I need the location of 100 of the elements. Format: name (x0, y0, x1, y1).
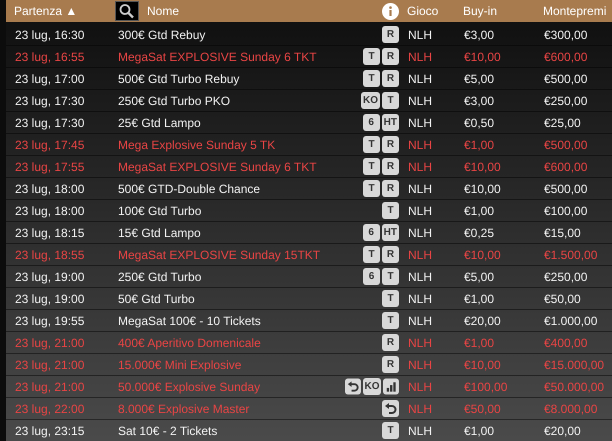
tournament-row[interactable]: 23 lug, 18:15 15€ Gtd Lampo 6 HT NLH €0,25 €15,00 (6, 222, 612, 244)
tournament-row[interactable]: 23 lug, 17:45 Mega Explosive Sunday 5 TK T R NLH €1,00 €500,00 (6, 134, 612, 156)
prize-pool: €8.000,00 (543, 402, 598, 416)
tournament-tag: R (382, 246, 399, 263)
tournament-tag: T (363, 48, 380, 65)
tournament-row[interactable]: 23 lug, 18:00 100€ Gtd Turbo T NLH €1,00 €100,00 (6, 200, 612, 222)
game-type: NLH (407, 402, 434, 416)
prize-pool: €500,00 (543, 72, 588, 86)
prize-pool: €600,00 (543, 50, 588, 64)
tournament-row[interactable]: 23 lug, 17:30 25€ Gtd Lampo 6 HT NLH €0,50 €25,00 (6, 112, 612, 134)
tournament-row[interactable]: 23 lug, 21:00 50.000€ Explosive Sunday KO NLH €100,00 €50.000,00 (6, 376, 612, 398)
tournament-row[interactable]: 23 lug, 18:00 500€ GTD-Double Chance T R NLH €10,00 €500,00 (6, 178, 612, 200)
column-header[interactable]: Partenza ▲ (6, 4, 115, 18)
start-time: 23 lug, 19:00 (14, 270, 86, 284)
game-type: NLH (407, 314, 434, 328)
tournament-tag: R (382, 26, 399, 43)
game-type: NLH (407, 28, 434, 42)
game-type: NLH (407, 248, 434, 262)
prize-pool: €400,00 (543, 336, 588, 350)
tournament-row[interactable]: 23 lug, 21:00 400€ Aperitivo Domenicale R NLH €1,00 €400,00 (6, 332, 612, 354)
prize-pool: €20,00 (543, 424, 582, 438)
tournament-row[interactable]: 23 lug, 18:55 MegaSat EXPLOSIVE Sunday 15TKT T R NLH €10,00 €1.500,00 (6, 244, 612, 266)
tournament-name: 400€ Aperitivo Domenicale (117, 336, 262, 350)
tournament-tag: 6 (362, 224, 380, 241)
buy-in: €1,00 (463, 424, 496, 438)
game-type: NLH (407, 226, 434, 240)
tournament-name: 25€ Gtd Lampo (117, 116, 202, 130)
buy-in: €20,00 (463, 314, 502, 328)
tournament-name: 50€ Gtd Turbo (117, 292, 196, 306)
start-time: 23 lug, 17:45 (14, 138, 86, 152)
start-time: 23 lug, 17:55 (14, 160, 86, 174)
start-time: 23 lug, 18:55 (14, 248, 86, 262)
column-header[interactable]: Gioco (399, 4, 455, 18)
prize-pool: €15,00 (543, 226, 582, 240)
tournament-name: Sat 10€ - 2 Tickets (117, 424, 218, 438)
buy-in: €1,00 (463, 292, 496, 306)
start-time: 23 lug, 21:00 (14, 380, 86, 394)
game-type: NLH (407, 424, 434, 438)
tournament-tag: 6 (362, 114, 380, 131)
buy-in: €5,00 (463, 270, 496, 284)
tournament-tag: T (382, 268, 399, 285)
buy-in: €3,00 (463, 94, 496, 108)
game-type: NLH (407, 50, 434, 64)
column-header[interactable]: Nome (147, 4, 180, 18)
tournament-tag: T (382, 422, 399, 439)
buy-in: €1,00 (463, 204, 496, 218)
tournament-tag: T (382, 92, 399, 109)
tournament-row[interactable]: 23 lug, 19:00 50€ Gtd Turbo T NLH €1,00 €50,00 (6, 288, 612, 310)
tournament-row[interactable]: 23 lug, 19:55 MegaSat 100€ - 10 Tickets T NLH €20,00 €1.000,00 (6, 310, 612, 332)
tournament-tag: T (363, 246, 380, 263)
tournament-name: 250€ Gtd Turbo (117, 270, 202, 284)
game-type: NLH (407, 116, 434, 130)
tournament-name: 250€ Gtd Turbo PKO (117, 94, 232, 108)
tournament-row[interactable]: 23 lug, 17:30 250€ Gtd Turbo PKO KO T NLH €3,00 €250,00 (6, 90, 612, 112)
tournament-name: 15.000€ Mini Explosive (117, 358, 242, 372)
prize-pool: €25,00 (543, 116, 582, 130)
start-time: 23 lug, 18:00 (14, 204, 86, 218)
buy-in: €1,00 (463, 336, 496, 350)
tournament-name: 500€ GTD-Double Chance (117, 182, 262, 196)
tournament-row[interactable]: 23 lug, 17:55 MegaSat EXPLOSIVE Sunday 6 TKT T R NLH €10,00 €600,00 (6, 156, 612, 178)
tournament-tag: HT (382, 114, 399, 131)
buy-in: €0,25 (463, 226, 496, 240)
start-time: 23 lug, 22:00 (14, 402, 86, 416)
game-type: NLH (407, 336, 434, 350)
tournament-row[interactable]: 23 lug, 23:15 Sat 10€ - 2 Tickets T NLH €1,00 €20,00 (6, 420, 612, 441)
game-type: NLH (407, 358, 434, 372)
buy-in: €3,00 (463, 28, 496, 42)
tournament-tag: R (382, 334, 399, 351)
game-type: NLH (407, 94, 434, 108)
buy-in: €10,00 (463, 182, 502, 196)
tournament-row[interactable]: 23 lug, 19:00 250€ Gtd Turbo 6 T NLH €5,00 €250,00 (6, 266, 612, 288)
tournament-tag: R (382, 70, 399, 87)
buy-in: €50,00 (463, 402, 502, 416)
tournament-row[interactable]: 23 lug, 16:30 300€ Gtd Rebuy R NLH €3,00 €300,00 (6, 24, 612, 46)
buy-in: €10,00 (463, 160, 502, 174)
prize-pool: €50,00 (543, 292, 582, 306)
search-button[interactable] (115, 1, 139, 21)
prize-pool: €250,00 (543, 270, 588, 284)
tournament-row[interactable]: 23 lug, 17:00 500€ Gtd Turbo Rebuy T R NLH €5,00 €500,00 (6, 68, 612, 90)
buy-in: €10,00 (463, 50, 502, 64)
prize-pool: €1.500,00 (543, 248, 598, 262)
start-time: 23 lug, 21:00 (14, 358, 86, 372)
tournament-tag: T (363, 158, 380, 175)
start-time: 23 lug, 18:15 (14, 226, 86, 240)
tournament-tag: T (363, 180, 380, 197)
info-icon[interactable] (382, 2, 399, 20)
tournament-row[interactable]: 23 lug, 16:55 MegaSat EXPLOSIVE Sunday 6 TKT T R NLH €10,00 €600,00 (6, 46, 612, 68)
tournament-name: 500€ Gtd Turbo Rebuy (117, 72, 240, 86)
start-time: 23 lug, 17:30 (14, 116, 86, 130)
tournament-name: 15€ Gtd Lampo (117, 226, 202, 240)
start-time: 23 lug, 19:00 (14, 292, 86, 306)
column-header[interactable]: Montepremi (535, 4, 612, 18)
tournament-row[interactable]: 23 lug, 21:00 15.000€ Mini Explosive R NLH €10,00 €15.000,00 (6, 354, 612, 376)
tournament-tag: R (382, 158, 399, 175)
tournament-name: 300€ Gtd Rebuy (117, 28, 206, 42)
column-header[interactable]: Buy-in (455, 4, 535, 18)
prize-pool: €300,00 (543, 28, 588, 42)
start-time: 23 lug, 18:00 (14, 182, 86, 196)
tournament-tag: HT (382, 224, 399, 241)
prize-pool: €500,00 (543, 138, 588, 152)
